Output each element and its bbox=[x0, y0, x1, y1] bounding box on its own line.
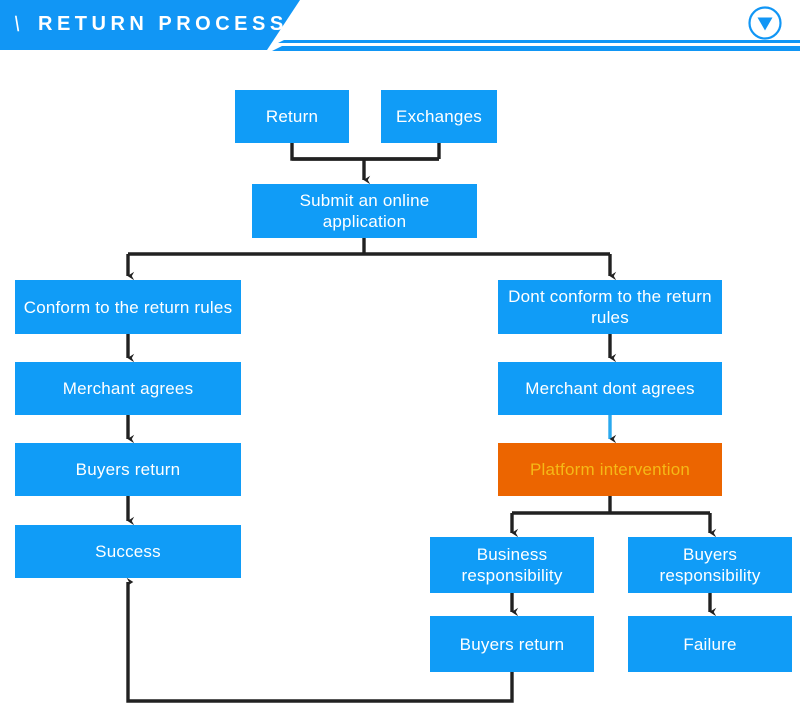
node-return[interactable]: Return bbox=[235, 90, 349, 143]
node-failure-label: Failure bbox=[683, 634, 737, 654]
node-business-responsibility-label: Business responsibility bbox=[461, 545, 563, 585]
node-platform-intervention[interactable]: Platform intervention bbox=[498, 443, 722, 496]
edge-return-to-submit bbox=[290, 143, 439, 161]
node-buyers-return-right-label: Buyers return bbox=[459, 634, 565, 654]
flowchart-canvas: Return Exchanges Submit an online applic… bbox=[0, 58, 800, 709]
node-merchant-agrees[interactable]: Merchant agrees bbox=[15, 362, 241, 415]
node-merchant-dont-agrees[interactable]: Merchant dont agrees bbox=[498, 362, 722, 415]
node-business-responsibility[interactable]: Business responsibility bbox=[430, 537, 594, 593]
node-merchant-agrees-label: Merchant agrees bbox=[62, 379, 194, 398]
node-platform-intervention-label: Platform intervention bbox=[529, 460, 691, 479]
page-header: \ RETURN PROCESS bbox=[0, 0, 800, 58]
node-buyers-return-left-label: Buyers return bbox=[75, 460, 181, 479]
node-dont-conform-to-return-rules-label: Dont conform to the return rules bbox=[508, 287, 712, 327]
node-success-label: Success bbox=[95, 542, 161, 561]
header-rule-thin bbox=[278, 40, 800, 43]
node-buyers-return-right[interactable]: Buyers return bbox=[430, 616, 594, 672]
node-exchanges[interactable]: Exchanges bbox=[381, 90, 497, 143]
node-buyers-responsibility[interactable]: Buyers responsibility bbox=[628, 537, 792, 593]
node-submit-application[interactable]: Submit an online application bbox=[252, 184, 477, 238]
node-buyers-return-left[interactable]: Buyers return bbox=[15, 443, 241, 496]
node-return-label: Return bbox=[265, 107, 319, 126]
node-exchanges-label: Exchanges bbox=[396, 107, 482, 126]
node-failure[interactable]: Failure bbox=[628, 616, 792, 672]
node-dont-conform-to-return-rules[interactable]: Dont conform to the return rules bbox=[498, 280, 722, 334]
header-rule-thick bbox=[272, 46, 800, 51]
node-merchant-dont-agrees-label: Merchant dont agrees bbox=[525, 379, 695, 398]
node-submit-application-label: Submit an online application bbox=[299, 191, 430, 231]
circle-triangle-down-icon[interactable] bbox=[748, 6, 782, 40]
node-success[interactable]: Success bbox=[15, 525, 241, 578]
node-buyers-responsibility-label: Buyers responsibility bbox=[659, 545, 761, 585]
page-title: RETURN PROCESS bbox=[38, 13, 288, 35]
node-conform-to-return-rules[interactable]: Conform to the return rules bbox=[15, 280, 241, 334]
node-conform-to-return-rules-label: Conform to the return rules bbox=[23, 297, 233, 317]
